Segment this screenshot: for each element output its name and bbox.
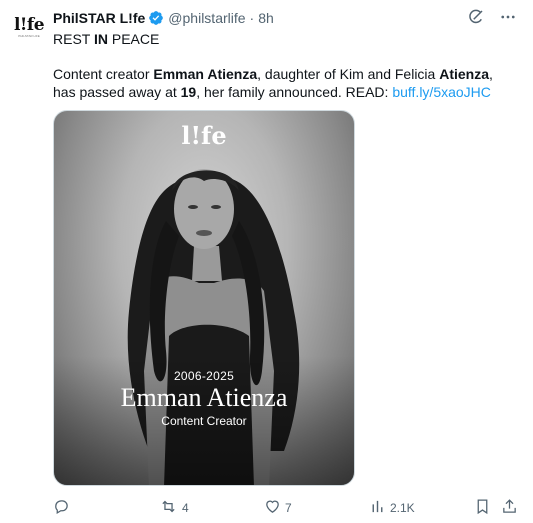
portrait-photo — [54, 169, 354, 485]
verified-badge-icon — [148, 10, 164, 26]
post-header: PhilSTAR L!fe @philstarlife · 8h — [53, 8, 274, 28]
more-icon[interactable] — [497, 6, 519, 28]
media-role: Content Creator — [161, 414, 247, 428]
reply-icon — [53, 498, 70, 518]
author-handle[interactable]: @philstarlife — [168, 10, 245, 26]
author-name[interactable]: PhilSTAR L!fe — [53, 10, 145, 26]
views-count: 2.1K — [390, 501, 415, 515]
share-button[interactable] — [501, 497, 518, 519]
media-years: 2006-2025 — [173, 369, 235, 383]
like-icon — [264, 498, 281, 518]
views-icon — [369, 498, 386, 518]
repost-count: 4 — [182, 501, 189, 515]
like-button[interactable]: 7 — [264, 497, 292, 519]
like-count: 7 — [285, 501, 292, 515]
post-image[interactable]: l!fe 2006-2025 Emman Atienza Content Cre… — [53, 110, 355, 486]
views-button[interactable]: 2.1K — [369, 497, 415, 519]
author-avatar[interactable]: l!fe PHILSTAR LIFE — [12, 10, 46, 44]
bookmark-button[interactable] — [474, 497, 491, 519]
header-actions — [465, 6, 519, 28]
post-actions: 4 7 2.1K — [53, 497, 523, 519]
post-time[interactable]: 8h — [258, 10, 274, 26]
grok-icon[interactable] — [465, 6, 487, 28]
post-headline: REST IN PEACE — [53, 31, 160, 47]
post-body: Content creator Emman Atienza, daughter … — [53, 66, 493, 100]
repost-button[interactable]: 4 — [159, 497, 189, 519]
share-icon — [501, 498, 518, 518]
bookmark-icon — [474, 498, 491, 518]
post-link[interactable]: buff.ly/5xaoJHC — [392, 84, 491, 100]
media-logo: l!fe — [181, 121, 227, 150]
repost-icon — [159, 498, 178, 518]
reply-button[interactable] — [53, 497, 74, 519]
media-name: Emman Atienza — [120, 383, 288, 412]
avatar-logo: l!fe — [13, 14, 45, 35]
avatar-sub: PHILSTAR LIFE — [18, 33, 40, 38]
separator-dot: · — [249, 10, 255, 26]
